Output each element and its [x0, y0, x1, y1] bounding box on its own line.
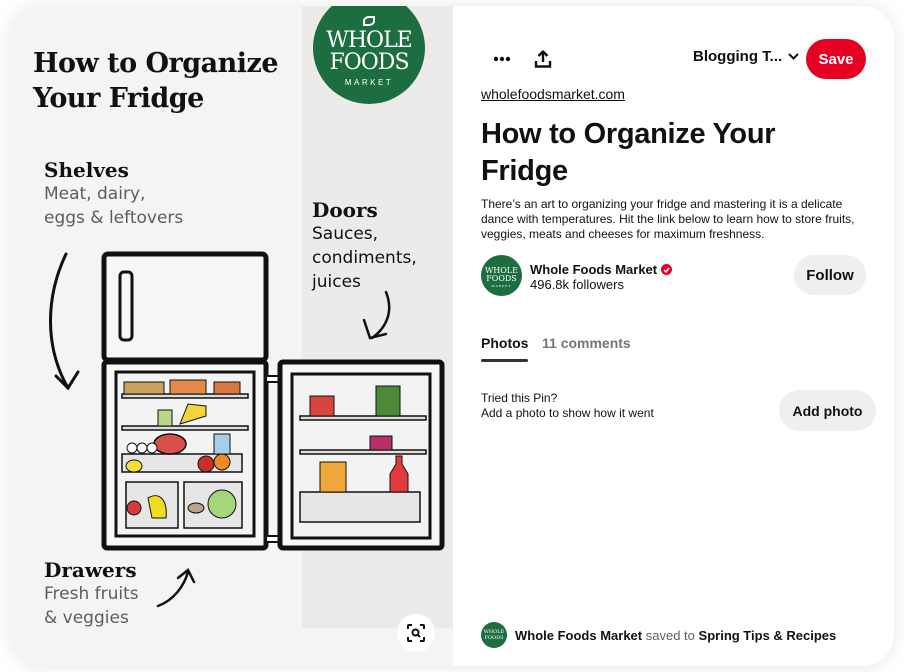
leaf-icon: [363, 16, 375, 26]
saver-avatar[interactable]: WHOLE FOODS: [481, 622, 507, 648]
shelves-heading: Shelves: [44, 158, 129, 182]
more-options-button[interactable]: [486, 43, 518, 75]
drawers-label: Drawers Fresh fruits & veggies: [44, 558, 139, 630]
arrow-doors-icon: [370, 290, 391, 340]
chevron-down-icon: [788, 53, 799, 60]
shelves-text-1: Meat, dairy,: [44, 184, 146, 204]
saved-board-link[interactable]: Spring Tips & Recipes: [699, 628, 837, 643]
pin-toolbar: Blogging T... Save: [453, 36, 894, 82]
save-button[interactable]: Save: [806, 39, 866, 79]
logo-line-3: MARKET: [344, 78, 394, 87]
shelves-text-2: eggs & leftovers: [44, 208, 184, 228]
creator-name: Whole Foods Market: [530, 262, 658, 277]
board-select-label: Blogging T...: [693, 48, 783, 65]
saved-by-row: WHOLE FOODS Whole Foods Market saved to S…: [481, 622, 836, 648]
tab-comments[interactable]: 11 comments: [542, 335, 631, 351]
source-link[interactable]: wholefoodsmarket.com: [481, 86, 625, 102]
image-title-line-2: Your Fridge: [33, 83, 204, 114]
saved-verb: saved to: [645, 627, 695, 643]
arrow-drawers-icon: [156, 568, 196, 608]
tab-photos[interactable]: Photos: [481, 335, 528, 351]
active-tab-indicator: [481, 359, 528, 362]
arrow-shelves-head-icon: [54, 370, 80, 391]
tried-pin-subtext: Add a photo to show how it went: [481, 406, 654, 420]
saver-name[interactable]: Whole Foods Market: [515, 628, 642, 643]
drawers-text-2: & veggies: [44, 608, 129, 628]
logo-line-2: FOODS: [329, 50, 409, 75]
shelves-label: Shelves Meat, dairy, eggs & leftovers: [44, 158, 183, 230]
avatar-line-2: FOODS: [486, 274, 517, 283]
drawers-text-1: Fresh fruits: [44, 584, 139, 604]
follow-button[interactable]: Follow: [794, 255, 866, 295]
tried-pin-prompt: Tried this Pin? Add a photo to show how …: [481, 391, 654, 421]
pin-image[interactable]: How to Organize Your Fridge WHOLE FOODS …: [10, 6, 453, 666]
creator-row: WHOLE FOODS MARKET Whole Foods Market 49…: [481, 255, 871, 297]
share-upload-icon: [534, 50, 552, 68]
visual-search-button[interactable]: [397, 614, 435, 652]
add-photo-button[interactable]: Add photo: [779, 390, 876, 431]
logo-line-1: WHOLE: [326, 28, 413, 53]
fridge-illustration: [49, 251, 445, 551]
creator-name-link[interactable]: Whole Foods Market: [530, 262, 673, 277]
avatar-line-3: MARKET: [491, 284, 512, 288]
board-select-dropdown[interactable]: Blogging T...: [693, 48, 799, 65]
doors-heading: Doors: [312, 198, 378, 222]
tried-pin-heading: Tried this Pin?: [481, 391, 558, 405]
arrow-shelves-icon: [49, 252, 70, 390]
ellipsis-icon: [493, 56, 511, 62]
drawers-heading: Drawers: [44, 558, 137, 582]
pin-description: There’s an art to organizing your fridge…: [481, 197, 855, 241]
pin-details-panel: Blogging T... Save wholefoodsmarket.com …: [453, 6, 894, 666]
image-title: How to Organize Your Fridge: [33, 46, 279, 116]
pin-title: How to Organize Your Fridge: [481, 118, 776, 187]
freezer-handle: [118, 270, 134, 342]
lens-icon: [407, 624, 425, 642]
follower-count: 496.8k followers: [530, 277, 624, 292]
verified-badge-icon: [661, 264, 673, 275]
share-button[interactable]: [527, 43, 559, 75]
pin-closeup-card: How to Organize Your Fridge WHOLE FOODS …: [10, 6, 894, 666]
image-title-line-1: How to Organize: [33, 48, 279, 79]
creator-avatar[interactable]: WHOLE FOODS MARKET: [481, 255, 522, 296]
